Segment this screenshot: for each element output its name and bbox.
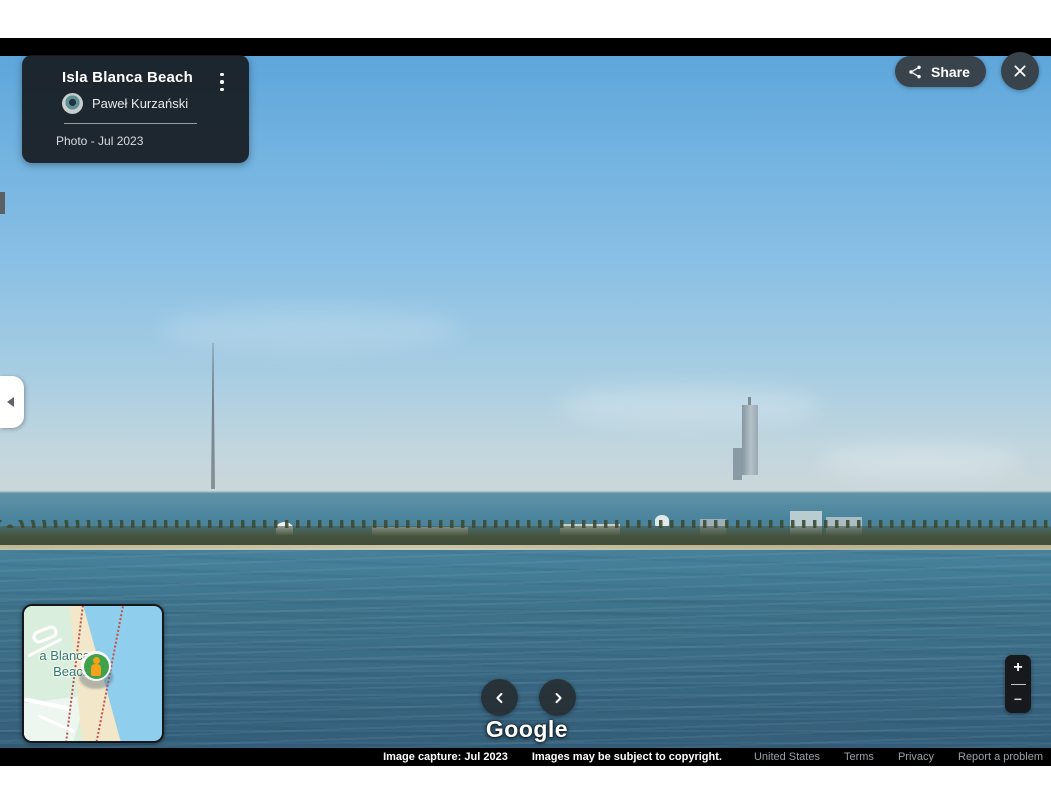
zoom-out-button[interactable]: −	[1014, 692, 1022, 706]
author-avatar	[62, 93, 83, 114]
region-label: United States	[754, 751, 820, 763]
cloud	[160, 306, 460, 352]
copyright-notice: Images may be subject to copyright.	[532, 751, 722, 763]
terms-link[interactable]: Terms	[844, 751, 874, 763]
zoom-divider	[1011, 684, 1026, 685]
image-capture-date: Image capture: Jul 2023	[383, 751, 508, 763]
next-photo-button[interactable]	[539, 679, 576, 716]
close-button[interactable]	[1001, 52, 1039, 90]
radio-mast	[211, 343, 215, 489]
privacy-link[interactable]: Privacy	[898, 751, 934, 763]
share-button[interactable]: Share	[895, 56, 986, 87]
cloud	[560, 386, 820, 426]
pegman-body	[91, 664, 101, 676]
card-divider	[64, 123, 197, 124]
photo-title: Isla Blanca Beach	[62, 69, 235, 86]
kebab-menu-icon[interactable]	[211, 69, 233, 95]
cloud	[820, 446, 1020, 476]
author-row[interactable]: Paweł Kurzański	[62, 93, 235, 114]
attribution-bar: Image capture: Jul 2023 Images may be su…	[0, 748, 1051, 766]
skyline-tower	[742, 405, 758, 475]
google-maps-photo-viewer: Image capture: Jul 2023 Images may be su…	[0, 0, 1051, 804]
pegman-head	[93, 657, 100, 664]
chevron-left-icon	[7, 397, 14, 407]
skyline-tower-small	[733, 448, 742, 480]
previous-photo-button[interactable]	[481, 679, 518, 716]
photo-caption: Photo - Jul 2023	[56, 134, 235, 148]
pegman-icon[interactable]	[79, 651, 113, 689]
share-icon	[907, 64, 923, 80]
google-logo: Google	[467, 716, 587, 743]
chevron-left-icon	[491, 689, 509, 707]
report-problem-link[interactable]: Report a problem	[958, 751, 1043, 763]
zoom-control: + −	[1005, 655, 1031, 713]
author-name[interactable]: Paweł Kurzański	[92, 96, 188, 111]
zoom-in-button[interactable]: +	[1013, 660, 1022, 676]
collapse-side-panel-button[interactable]	[0, 376, 24, 428]
close-icon	[1012, 63, 1028, 79]
share-label: Share	[931, 64, 970, 80]
photo-info-card: Isla Blanca Beach Paweł Kurzański Photo …	[22, 55, 249, 163]
scrollbar-thumb[interactable]	[0, 192, 5, 214]
chevron-right-icon	[549, 689, 567, 707]
minimap[interactable]: a Blanca Beach	[22, 604, 164, 743]
